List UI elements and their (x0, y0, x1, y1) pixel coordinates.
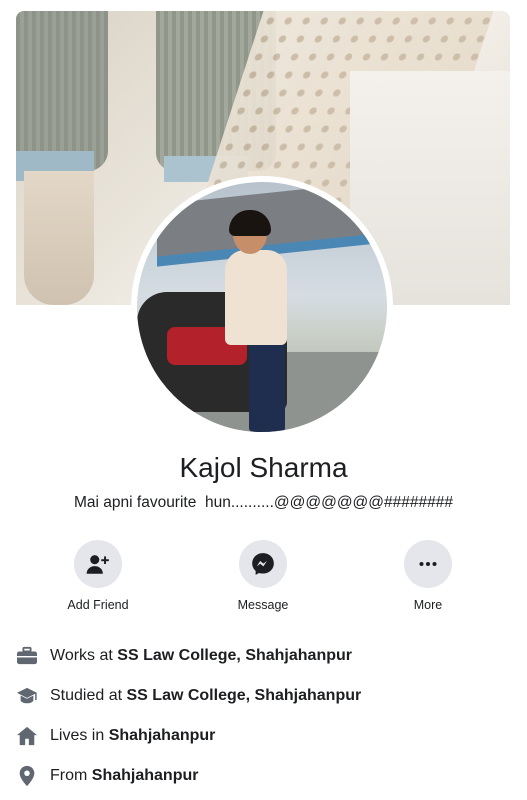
profile-picture[interactable] (137, 182, 387, 432)
detail-lives-prefix: Lives in (50, 727, 109, 744)
detail-work-value: SS Law College, Shahjahanpur (117, 647, 352, 664)
graduation-cap-icon (17, 687, 37, 704)
detail-education-prefix: Studied at (50, 687, 127, 704)
detail-work[interactable]: Works at SS Law College, Shahjahanpur (16, 636, 511, 676)
briefcase-icon (17, 646, 37, 665)
home-icon (17, 726, 37, 746)
add-friend-icon (86, 555, 109, 574)
message-label: Message (237, 598, 289, 612)
detail-lives[interactable]: Lives in Shahjahanpur (16, 716, 511, 756)
detail-education-value: SS Law College, Shahjahanpur (126, 687, 362, 704)
add-friend-button[interactable]: Add Friend (43, 540, 153, 612)
detail-from-value: Shahjahanpur (91, 767, 199, 784)
location-pin-icon (19, 765, 35, 787)
add-friend-label: Add Friend (67, 598, 129, 612)
message-button[interactable]: Message (208, 540, 318, 612)
detail-education[interactable]: Studied at SS Law College, Shahjahanpur (16, 676, 511, 716)
profile-name: Kajol Sharma (179, 452, 348, 483)
more-dots-icon (419, 562, 437, 566)
profile-details: Works at SS Law College, Shahjahanpur St… (16, 636, 511, 796)
profile-bio: Mai apni favourite hun..........@@@@@@@#… (74, 494, 453, 511)
more-label: More (413, 598, 443, 612)
profile-actions: Add Friend Message More (0, 540, 527, 620)
detail-lives-value: Shahjahanpur (108, 727, 216, 744)
detail-from-prefix: From (50, 767, 92, 784)
detail-work-prefix: Works at (50, 647, 118, 664)
messenger-icon (252, 553, 274, 575)
detail-from[interactable]: From Shahjahanpur (16, 756, 511, 796)
more-button[interactable]: More (373, 540, 483, 612)
